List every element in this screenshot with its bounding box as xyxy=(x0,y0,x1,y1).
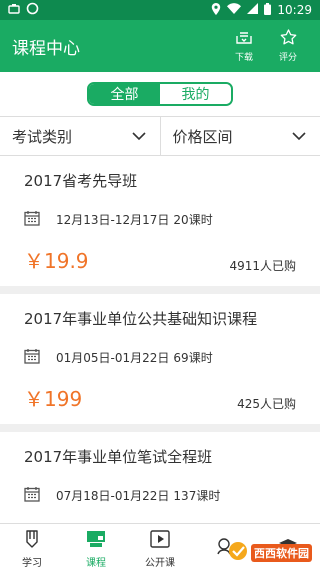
download-button[interactable]: 下载 xyxy=(222,29,266,63)
status-time: 10:29 xyxy=(277,3,312,17)
page-title: 课程中心 xyxy=(12,38,80,59)
price-filter-label: 价格区间 xyxy=(172,127,233,146)
status-bar: 10:29 xyxy=(0,0,320,20)
app-bar: 课程中心 下载 评分 xyxy=(0,20,320,72)
tab-course-label: 课程 xyxy=(86,557,106,569)
segment-bar: 全部 我的 xyxy=(0,72,320,116)
watermark: 西西软件园 xyxy=(227,540,312,566)
watermark-logo-icon xyxy=(227,540,249,566)
app-status-icon xyxy=(26,2,39,18)
signal-icon xyxy=(247,3,259,17)
course-hours: 20课时 xyxy=(173,213,213,227)
location-icon xyxy=(211,2,221,18)
course-list: 2017省考先导班 12月13日-12月17日 20课时 ￥19.9 4911人… xyxy=(0,156,320,570)
tab-public-label: 公开课 xyxy=(145,557,175,569)
pencil-icon xyxy=(24,529,40,554)
course-dates: 01月05日-01月22日 xyxy=(56,351,170,365)
tab-study-label: 学习 xyxy=(22,557,42,569)
course-price: ￥19.9 xyxy=(24,249,89,273)
segment-all[interactable]: 全部 xyxy=(89,84,160,104)
wifi-icon xyxy=(227,3,242,17)
chevron-down-icon xyxy=(131,127,146,145)
course-card[interactable]: 2017年事业单位公共基础知识课程 01月05日-01月22日 69课时 ￥19… xyxy=(0,294,320,432)
filter-bar: 考试类别 价格区间 xyxy=(0,116,320,156)
tab-study[interactable]: 学习 xyxy=(0,524,64,574)
course-hours: 69课时 xyxy=(173,351,213,365)
course-dates: 07月18日-01月22日 xyxy=(56,489,170,503)
star-icon xyxy=(280,29,297,50)
download-label: 下载 xyxy=(234,53,253,63)
calendar-icon xyxy=(24,486,40,505)
course-price: ￥199 xyxy=(24,387,83,411)
category-filter-label: 考试类别 xyxy=(12,127,73,146)
course-title: 2017年事业单位公共基础知识课程 xyxy=(24,310,258,328)
course-hours: 137课时 xyxy=(173,489,221,503)
rate-label: 评分 xyxy=(278,53,297,63)
course-buyers: 425人已购 xyxy=(237,397,296,411)
category-filter[interactable]: 考试类别 xyxy=(0,117,160,155)
calendar-icon xyxy=(24,348,40,367)
course-title: 2017省考先导班 xyxy=(24,172,138,190)
segment-mine[interactable]: 我的 xyxy=(160,84,231,104)
tab-course[interactable]: 课程 xyxy=(64,524,128,574)
battery-icon xyxy=(264,2,272,18)
download-icon xyxy=(235,29,253,50)
chevron-down-icon xyxy=(292,127,306,145)
segmented-control: 全部 我的 xyxy=(87,82,233,106)
rate-button[interactable]: 评分 xyxy=(266,29,310,63)
course-card[interactable]: 2017省考先导班 12月13日-12月17日 20课时 ￥19.9 4911人… xyxy=(0,156,320,294)
watermark-text: 西西软件园 xyxy=(251,544,312,562)
course-icon xyxy=(86,530,106,554)
price-filter[interactable]: 价格区间 xyxy=(159,117,320,155)
course-dates: 12月13日-12月17日 xyxy=(56,213,170,227)
course-buyers: 4911人已购 xyxy=(229,259,296,273)
calendar-icon xyxy=(24,210,40,229)
tab-public[interactable]: 公开课 xyxy=(128,524,192,574)
play-icon xyxy=(150,529,170,554)
notification-icon xyxy=(8,3,20,18)
course-title: 2017年事业单位笔试全程班 xyxy=(24,448,213,466)
